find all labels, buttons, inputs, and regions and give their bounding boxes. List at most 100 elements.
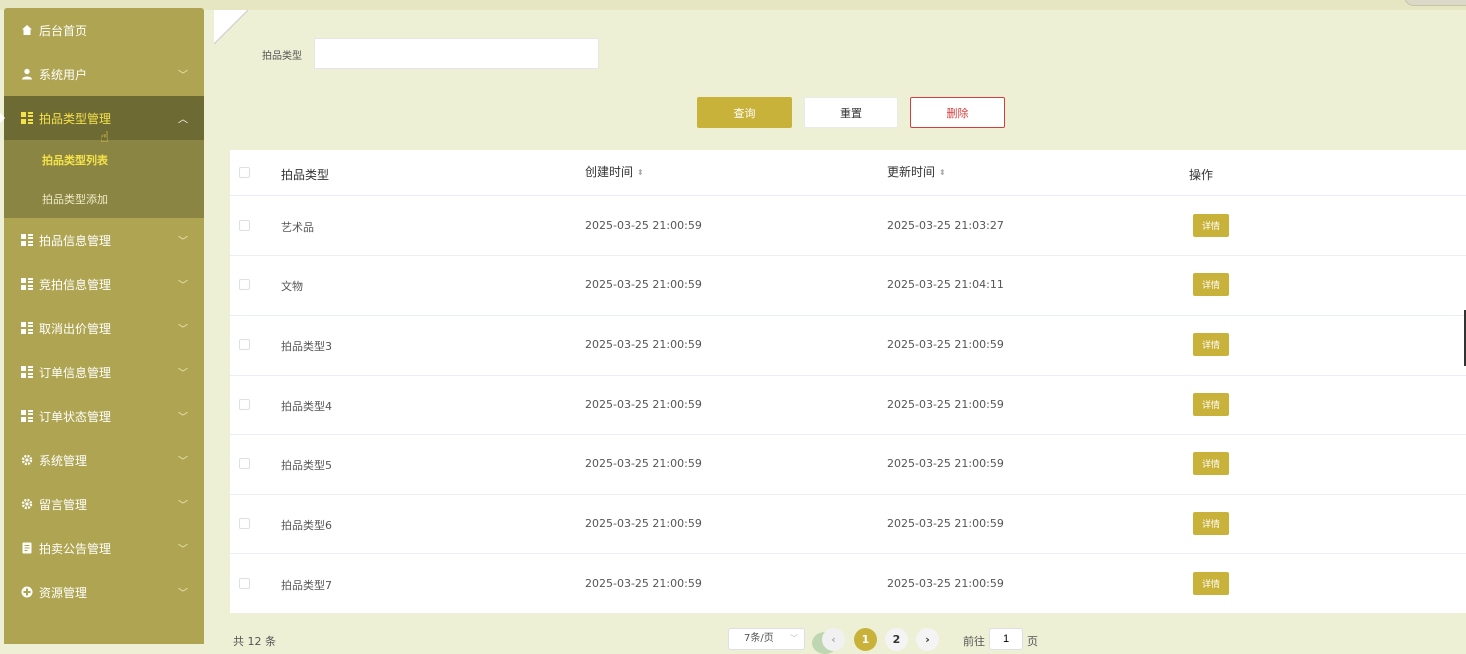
prev-page-button[interactable]: ‹ [822, 628, 845, 651]
page-size-value: 7条/页 [744, 633, 774, 644]
sidebar-item-label: 拍品信息管理 [39, 233, 112, 248]
sidebar-item-order-status[interactable]: 订单状态管理 ﹀ [4, 394, 204, 438]
cell-type: 拍品类型7 [281, 579, 332, 592]
grid-icon [20, 322, 33, 335]
grid-icon [20, 112, 33, 125]
grid-icon [20, 234, 33, 247]
page-corner-icon [214, 10, 248, 44]
detail-button[interactable]: 详情 [1193, 572, 1229, 595]
sidebar-item-messages[interactable]: 留言管理 ﹀ [4, 482, 204, 526]
row-checkbox[interactable] [239, 220, 250, 231]
table-row: 拍品类型7 2025-03-25 21:00:59 2025-03-25 21:… [230, 554, 1466, 613]
header-label: 创建时间 [585, 165, 634, 179]
search-input[interactable] [314, 38, 599, 69]
grid-icon [20, 410, 33, 423]
cell-type: 拍品类型4 [281, 400, 332, 413]
table-row: 艺术品 2025-03-25 21:00:59 2025-03-25 21:03… [230, 196, 1466, 256]
sidebar-item-resources[interactable]: 资源管理 ﹀ [4, 570, 204, 614]
hand-cursor-icon: ☝ [100, 128, 110, 146]
query-button[interactable]: 查询 [697, 97, 792, 128]
row-checkbox[interactable] [239, 578, 250, 589]
delete-button[interactable]: 删除 [910, 97, 1005, 128]
cell-updated: 2025-03-25 21:00:59 [887, 517, 1004, 530]
grid-icon [20, 366, 33, 379]
select-all-checkbox[interactable] [239, 167, 250, 178]
document-icon [20, 542, 33, 555]
sidebar-item-system-admin[interactable]: 系统管理 ﹀ [4, 438, 204, 482]
cell-created: 2025-03-25 21:00:59 [585, 338, 702, 351]
sidebar-item-order-info[interactable]: 订单信息管理 ﹀ [4, 350, 204, 394]
cell-type: 拍品类型6 [281, 519, 332, 532]
sidebar-item-home[interactable]: 后台首页 [4, 8, 204, 52]
user-menu-handle[interactable] [1404, 0, 1466, 6]
table-row: 拍品类型6 2025-03-25 21:00:59 2025-03-25 21:… [230, 495, 1466, 554]
sidebar-item-label: 订单状态管理 [39, 409, 112, 424]
goto-page-input[interactable] [989, 628, 1023, 650]
chevron-down-icon: ﹀ [178, 236, 188, 248]
cell-updated: 2025-03-25 21:00:59 [887, 577, 1004, 590]
sidebar-item-label: 后台首页 [39, 23, 88, 38]
sidebar: 后台首页 系统用户 ﹀ 拍品类型管理 ︿ 拍品类型列表 拍品类型添加 拍品信息管… [0, 8, 204, 644]
sort-icon[interactable]: ⬍ [939, 168, 946, 177]
gear-icon [20, 498, 33, 511]
page-2-button[interactable]: 2 [885, 628, 908, 651]
header-updated[interactable]: 更新时间 ⬍ [887, 163, 946, 180]
submenu-item-type-add[interactable]: 拍品类型添加 [4, 179, 204, 218]
page-1-button[interactable]: 1 [854, 628, 877, 651]
sidebar-item-label: 竞拍信息管理 [39, 277, 112, 292]
detail-button[interactable]: 详情 [1193, 512, 1229, 535]
sidebar-item-system-users[interactable]: 系统用户 ﹀ [4, 52, 204, 96]
goto-label: 前往 [963, 635, 985, 648]
cell-type: 文物 [281, 280, 303, 293]
header-created[interactable]: 创建时间 ⬍ [585, 163, 644, 180]
sidebar-item-label: 取消出价管理 [39, 321, 112, 336]
top-bar [0, 0, 1466, 10]
sort-icon[interactable]: ⬍ [637, 168, 644, 177]
cell-type: 拍品类型5 [281, 459, 332, 472]
row-checkbox[interactable] [239, 399, 250, 410]
next-page-button[interactable]: › [916, 628, 939, 651]
cell-type: 拍品类型3 [281, 340, 332, 353]
chevron-down-icon: ﹀ [178, 368, 188, 380]
sidebar-item-auction-info[interactable]: 拍品信息管理 ﹀ [4, 218, 204, 262]
sidebar-item-cancel-bid[interactable]: 取消出价管理 ﹀ [4, 306, 204, 350]
chevron-down-icon: ﹀ [178, 544, 188, 556]
cell-updated: 2025-03-25 21:00:59 [887, 457, 1004, 470]
sidebar-item-bid-info[interactable]: 竞拍信息管理 ﹀ [4, 262, 204, 306]
cell-created: 2025-03-25 21:00:59 [585, 457, 702, 470]
cell-updated: 2025-03-25 21:00:59 [887, 338, 1004, 351]
chevron-down-icon: ﹀ [178, 588, 188, 600]
sidebar-item-announcements[interactable]: 拍卖公告管理 ﹀ [4, 526, 204, 570]
detail-button[interactable]: 详情 [1193, 393, 1229, 416]
detail-button[interactable]: 详情 [1193, 214, 1229, 237]
row-checkbox[interactable] [239, 518, 250, 529]
reset-button[interactable]: 重置 [804, 97, 898, 128]
row-checkbox[interactable] [239, 279, 250, 290]
cell-type: 艺术品 [281, 221, 314, 234]
chevron-down-icon: ﹀ [178, 324, 188, 336]
cell-created: 2025-03-25 21:00:59 [585, 577, 702, 590]
cell-updated: 2025-03-25 21:03:27 [887, 219, 1004, 232]
active-indicator [0, 113, 5, 123]
sidebar-item-label: 系统用户 [39, 67, 88, 82]
table-row: 文物 2025-03-25 21:00:59 2025-03-25 21:04:… [230, 256, 1466, 316]
chevron-down-icon: ﹀ [790, 634, 798, 643]
table-row: 拍品类型5 2025-03-25 21:00:59 2025-03-25 21:… [230, 435, 1466, 495]
detail-button[interactable]: 详情 [1193, 333, 1229, 356]
search-label: 拍品类型 [262, 51, 302, 62]
sidebar-item-label: 系统管理 [39, 453, 88, 468]
row-checkbox[interactable] [239, 339, 250, 350]
chevron-down-icon: ﹀ [178, 500, 188, 512]
table-row: 拍品类型3 2025-03-25 21:00:59 2025-03-25 21:… [230, 316, 1466, 376]
cell-created: 2025-03-25 21:00:59 [585, 398, 702, 411]
page-size-select[interactable]: 7条/页 ﹀ [728, 628, 805, 650]
detail-button[interactable]: 详情 [1193, 273, 1229, 296]
row-checkbox[interactable] [239, 458, 250, 469]
chevron-down-icon: ﹀ [178, 70, 188, 82]
detail-button[interactable]: 详情 [1193, 452, 1229, 475]
chevron-down-icon: ﹀ [178, 280, 188, 292]
sidebar-item-label: 拍品类型管理 [39, 111, 112, 126]
cell-updated: 2025-03-25 21:04:11 [887, 278, 1004, 291]
submenu: 拍品类型列表 拍品类型添加 [4, 140, 204, 218]
header-type: 拍品类型 [281, 168, 330, 182]
